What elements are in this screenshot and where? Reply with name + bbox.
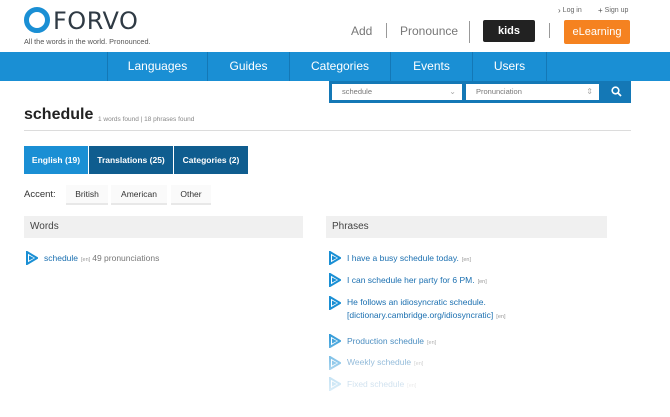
phrase-link[interactable]: He follows an idiosyncratic schedule. — [347, 297, 486, 307]
accent-label: Accent: — [24, 189, 56, 200]
play-icon[interactable] — [329, 251, 341, 265]
login-label: Log in — [562, 7, 582, 14]
main-nav: Languages Guides Categories Events Users — [0, 52, 670, 81]
pronounce-link[interactable]: Pronounce — [400, 24, 458, 38]
plus-icon: + — [598, 6, 603, 15]
divider — [24, 130, 631, 131]
nav-categories[interactable]: Categories — [289, 52, 390, 81]
search-button[interactable] — [602, 81, 631, 103]
pronunciation-count[interactable]: 49 pronunciations — [92, 253, 159, 263]
forvo-logo[interactable]: FORVO All the words in the world. Pronou… — [24, 7, 164, 47]
phrase-source-link[interactable]: [dictionary.cambridge.org/idiosyncratic] — [347, 310, 493, 320]
play-icon[interactable] — [329, 356, 341, 370]
page-title: schedule — [24, 106, 94, 123]
chevron-right-icon: › — [558, 6, 561, 15]
divider — [386, 23, 387, 38]
signup-link[interactable]: + Sign up — [598, 6, 628, 15]
nav-events[interactable]: Events — [390, 52, 472, 81]
play-icon[interactable] — [26, 251, 38, 265]
search-mode: Pronunciation — [476, 87, 522, 96]
nav-users[interactable]: Users — [472, 52, 547, 81]
logo-ring-icon — [24, 7, 50, 33]
lang-tag: [en] — [81, 257, 91, 263]
phrase-link[interactable]: Weekly schedule — [347, 357, 411, 367]
search-query: schedule — [342, 87, 373, 96]
phrase-link[interactable]: I can schedule her party for 6 PM. — [347, 275, 475, 285]
search-bar: schedule ⌄ Pronunciation ⇕ — [329, 81, 631, 103]
play-icon[interactable] — [329, 377, 341, 391]
lang-tag: [en] — [427, 340, 437, 346]
tab-categories[interactable]: Categories (2) — [174, 146, 248, 174]
phrase-item-source[interactable]: [dictionary.cambridge.org/idiosyncratic]… — [347, 310, 505, 320]
phrase-item[interactable]: Weekly schedule [en] — [347, 357, 423, 367]
updown-icon: ⇕ — [586, 87, 593, 96]
phrase-link[interactable]: Production schedule — [347, 336, 424, 346]
elearning-button[interactable]: eLearning — [564, 20, 630, 44]
top-header: FORVO All the words in the world. Pronou… — [0, 0, 670, 52]
phrase-item[interactable]: I have a busy schedule today. [en] — [347, 253, 471, 263]
play-icon[interactable] — [329, 273, 341, 287]
chevron-down-icon: ⌄ — [449, 87, 456, 96]
phrase-link[interactable]: Fixed schedule — [347, 379, 404, 389]
phrase-item[interactable]: Production schedule [en] — [347, 336, 436, 346]
phrase-item[interactable]: Fixed schedule [en] — [347, 379, 416, 389]
logo-tagline: All the words in the world. Pronounced. — [24, 37, 151, 46]
search-mode-select[interactable]: Pronunciation ⇕ — [466, 84, 599, 100]
play-icon[interactable] — [329, 296, 341, 310]
words-header: Words — [24, 216, 303, 238]
phrases-header: Phrases — [326, 216, 607, 238]
divider — [469, 21, 470, 43]
kids-button[interactable]: kids — [483, 20, 535, 42]
add-link[interactable]: Add — [351, 24, 372, 38]
nav-languages[interactable]: Languages — [107, 52, 207, 81]
word-item: schedule [en] 49 pronunciations — [44, 253, 159, 263]
tab-translations[interactable]: Translations (25) — [89, 146, 173, 174]
phrase-link[interactable]: I have a busy schedule today. — [347, 253, 459, 263]
search-input[interactable]: schedule ⌄ — [332, 84, 462, 100]
divider — [549, 23, 550, 38]
lang-tag: [en] — [496, 314, 506, 320]
phrase-item[interactable]: I can schedule her party for 6 PM. [en] — [347, 275, 487, 285]
login-link[interactable]: › Log in — [558, 6, 582, 15]
phrase-item[interactable]: He follows an idiosyncratic schedule. — [347, 297, 486, 307]
accent-other[interactable]: Other — [171, 185, 211, 205]
lang-tag: [en] — [461, 257, 472, 263]
logo-wordmark: FORVO — [53, 7, 139, 35]
results-count: 1 words found | 18 phrases found — [98, 116, 195, 123]
accent-british[interactable]: British — [66, 185, 108, 205]
tab-english[interactable]: English (19) — [24, 146, 88, 174]
accent-american[interactable]: American — [111, 185, 167, 205]
signup-label: Sign up — [604, 7, 629, 14]
nav-guides[interactable]: Guides — [207, 52, 289, 81]
word-link[interactable]: schedule — [44, 253, 78, 263]
lang-tag: [en] — [414, 361, 424, 367]
play-icon[interactable] — [329, 334, 341, 348]
lang-tag: [en] — [477, 279, 487, 285]
search-icon — [611, 86, 622, 97]
lang-tag: [en] — [407, 383, 417, 389]
